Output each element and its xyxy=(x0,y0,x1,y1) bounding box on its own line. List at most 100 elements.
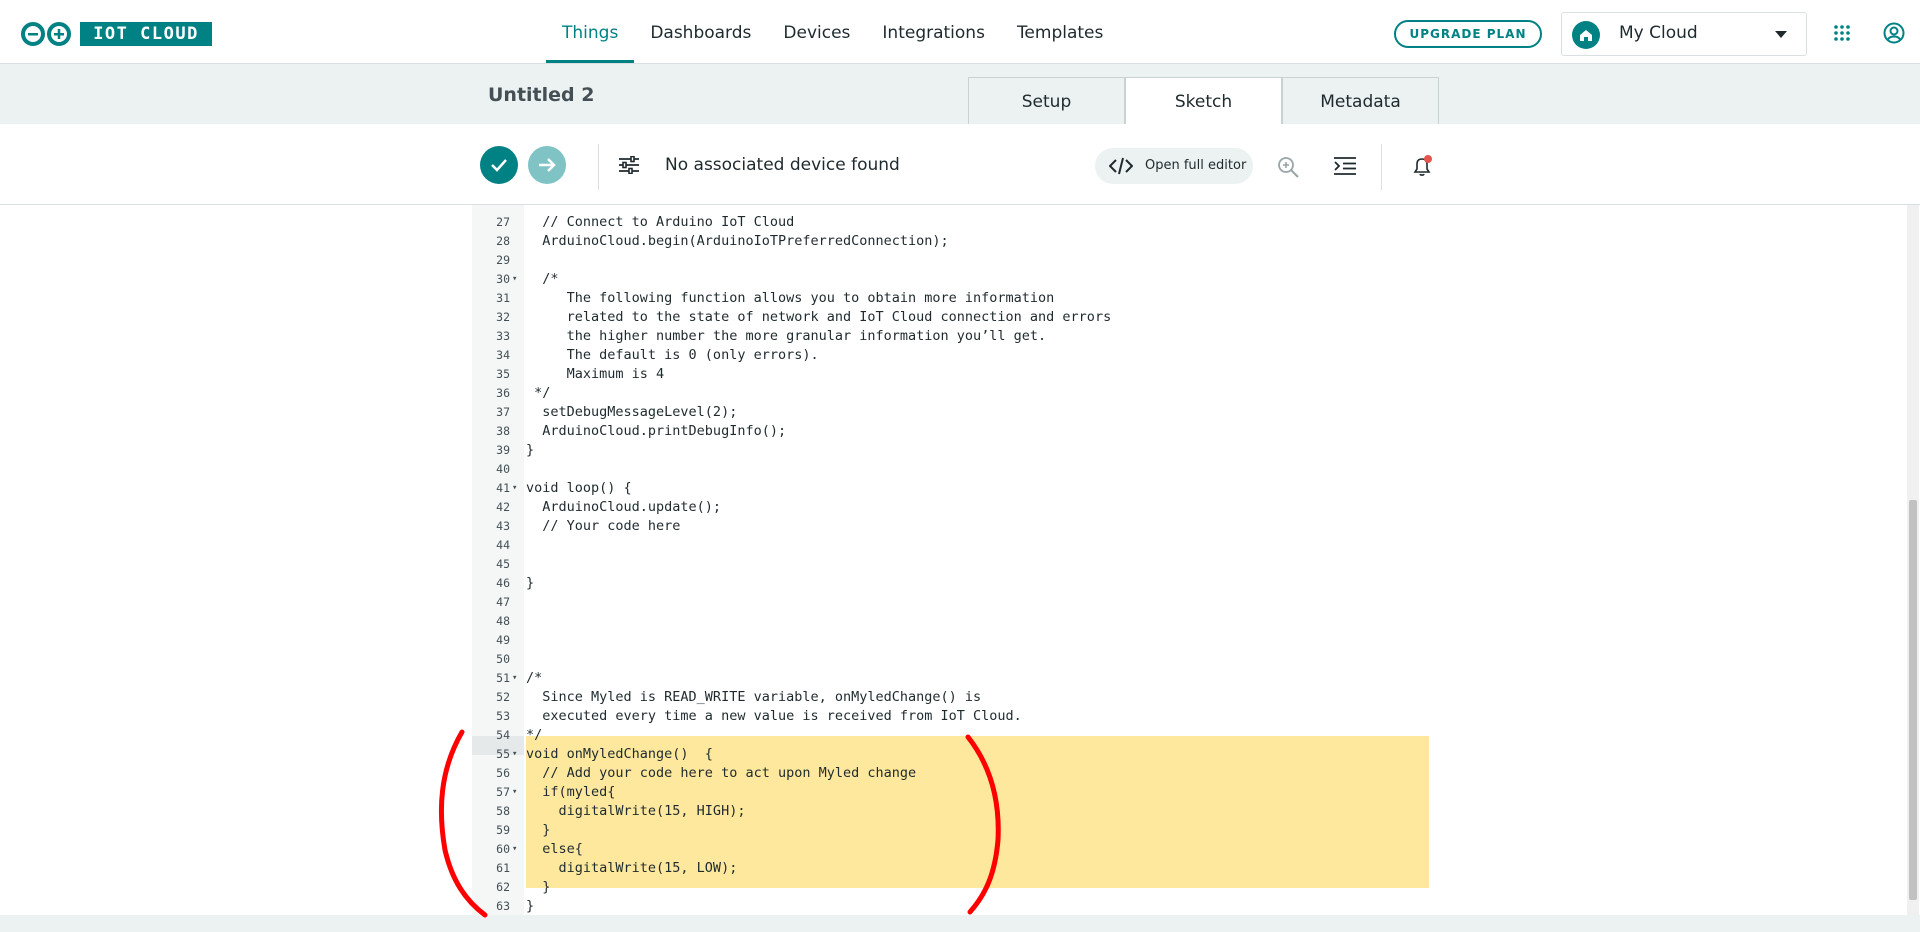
code-text: ArduinoCloud.begin(ArduinoIoTPreferredCo… xyxy=(526,233,949,249)
apps-grid-icon[interactable] xyxy=(1833,24,1851,42)
chevron-down-icon xyxy=(1775,31,1787,38)
code-text: if(myled{ xyxy=(526,784,616,800)
code-line[interactable]: 58 digitalWrite(15, HIGH); xyxy=(472,802,1432,821)
code-line[interactable]: 39} xyxy=(472,441,1432,460)
nav-item-templates[interactable]: Templates xyxy=(1001,0,1119,63)
brand-logo-text[interactable]: IOT CLOUD xyxy=(80,22,212,46)
code-line[interactable]: 54 */ xyxy=(472,726,1432,745)
toolbar-divider xyxy=(598,144,599,190)
code-line[interactable]: 61 digitalWrite(15, LOW); xyxy=(472,859,1432,878)
notification-bell-icon[interactable] xyxy=(1410,154,1434,178)
nav-item-integrations[interactable]: Integrations xyxy=(866,0,1001,63)
line-number: 52 xyxy=(496,690,510,704)
code-line[interactable]: 50 xyxy=(472,650,1432,669)
code-text: Maximum is 4 xyxy=(526,366,665,382)
code-line[interactable]: 40 xyxy=(472,460,1432,479)
code-line[interactable]: 55 ▾ void onMyledChange() { xyxy=(472,745,1432,764)
tab-setup[interactable]: Setup xyxy=(968,77,1125,124)
tab-sketch[interactable]: Sketch xyxy=(1125,77,1282,124)
user-account-icon[interactable] xyxy=(1883,22,1905,44)
line-number: 29 xyxy=(496,253,510,267)
line-number: 61 xyxy=(496,861,510,875)
code-line[interactable]: 29 xyxy=(472,251,1432,270)
line-number: 47 xyxy=(496,595,510,609)
thing-title[interactable]: Untitled 2 xyxy=(488,84,594,106)
code-line[interactable]: 48 xyxy=(472,612,1432,631)
code-line[interactable]: 43 // Your code here xyxy=(472,517,1432,536)
thing-tabs: Setup Sketch Metadata xyxy=(968,77,1439,124)
code-line[interactable]: 34 The default is 0 (only errors). xyxy=(472,346,1432,365)
code-line[interactable]: 51 ▾/* xyxy=(472,669,1432,688)
code-line[interactable]: 41 ▾ void loop() { xyxy=(472,479,1432,498)
code-editor[interactable]: 27 // Connect to Arduino IoT Cloud 28 Ard… xyxy=(472,205,1432,915)
fold-toggle-icon[interactable]: ▾ xyxy=(512,270,522,289)
code-text: // Your code here xyxy=(526,518,681,534)
code-line[interactable]: 62 } xyxy=(472,878,1432,897)
fold-toggle-icon[interactable]: ▾ xyxy=(512,783,522,802)
code-line[interactable]: 49 xyxy=(472,631,1432,650)
code-line[interactable]: 52 Since Myled is READ_WRITE variable, o… xyxy=(472,688,1432,707)
tab-metadata[interactable]: Metadata xyxy=(1282,77,1439,124)
cloud-selector[interactable]: My Cloud xyxy=(1561,12,1807,56)
code-text: ArduinoCloud.update(); xyxy=(526,499,722,515)
code-line[interactable]: 53 executed every time a new value is re… xyxy=(472,707,1432,726)
nav-item-dashboards[interactable]: Dashboards xyxy=(634,0,767,63)
arduino-logo-icon[interactable] xyxy=(20,22,72,46)
fold-toggle-icon[interactable]: ▾ xyxy=(512,669,522,688)
code-line[interactable]: 31 The following function allows you to … xyxy=(472,289,1432,308)
upgrade-plan-button[interactable]: UPGRADE PLAN xyxy=(1394,20,1542,48)
upload-button[interactable] xyxy=(528,146,566,184)
code-line[interactable]: 63} xyxy=(472,897,1432,915)
code-text: void onMyledChange() { xyxy=(526,746,713,762)
line-number: 37 xyxy=(496,405,510,419)
code-line[interactable]: 35 Maximum is 4 xyxy=(472,365,1432,384)
code-text: executed every time a new value is recei… xyxy=(526,708,1022,724)
code-line[interactable]: 59 } xyxy=(472,821,1432,840)
code-line[interactable]: 45 xyxy=(472,555,1432,574)
indent-icon[interactable] xyxy=(1334,157,1356,175)
bottom-bar xyxy=(0,915,1920,932)
line-number: 57 xyxy=(496,785,510,799)
cloud-name: My Cloud xyxy=(1619,23,1698,43)
code-line[interactable]: 27 // Connect to Arduino IoT Cloud xyxy=(472,213,1432,232)
nav-item-things[interactable]: Things xyxy=(546,0,635,63)
code-line[interactable]: 30 ▾ /* xyxy=(472,270,1432,289)
line-number: 33 xyxy=(496,329,510,343)
fold-toggle-icon[interactable]: ▾ xyxy=(512,479,522,498)
fold-toggle-icon[interactable]: ▾ xyxy=(512,840,522,859)
fold-toggle-icon[interactable]: ▾ xyxy=(512,745,522,764)
code-line[interactable]: 33 the higher number the more granular i… xyxy=(472,327,1432,346)
code-line[interactable]: 36 */ xyxy=(472,384,1432,403)
line-number: 27 xyxy=(496,215,510,229)
code-line[interactable]: 46} xyxy=(472,574,1432,593)
code-line[interactable]: 56 // Add your code here to act upon Myl… xyxy=(472,764,1432,783)
line-number: 53 xyxy=(496,709,510,723)
line-number: 39 xyxy=(496,443,510,457)
search-zoom-icon[interactable] xyxy=(1277,156,1299,178)
device-status-text: No associated device found xyxy=(665,155,900,175)
nav-item-devices[interactable]: Devices xyxy=(767,0,866,63)
line-number: 38 xyxy=(496,424,510,438)
code-text: // Connect to Arduino IoT Cloud xyxy=(526,214,795,230)
code-text: */ xyxy=(526,727,543,743)
line-number: 50 xyxy=(496,652,510,666)
open-full-editor-button[interactable]: Open full editor xyxy=(1095,148,1253,184)
code-line[interactable]: 28 ArduinoCloud.begin(ArduinoIoTPreferre… xyxy=(472,232,1432,251)
code-line[interactable]: 42 ArduinoCloud.update(); xyxy=(472,498,1432,517)
line-number: 58 xyxy=(496,804,510,818)
code-line[interactable]: 37 setDebugMessageLevel(2); xyxy=(472,403,1432,422)
code-line[interactable]: 47 xyxy=(472,593,1432,612)
code-line[interactable]: 60 ▾ else{ xyxy=(472,840,1432,859)
code-text: digitalWrite(15, HIGH); xyxy=(526,803,746,819)
home-icon xyxy=(1572,21,1600,49)
code-line[interactable]: 38 ArduinoCloud.printDebugInfo(); xyxy=(472,422,1432,441)
line-number: 28 xyxy=(496,234,510,248)
code-line[interactable]: 32 related to the state of network and I… xyxy=(472,308,1432,327)
code-line[interactable]: 57 ▾ if(myled{ xyxy=(472,783,1432,802)
sliders-icon[interactable] xyxy=(619,156,639,174)
editor-scrollbar-thumb[interactable] xyxy=(1909,500,1917,900)
verify-button[interactable] xyxy=(480,146,518,184)
code-text: } xyxy=(526,879,551,895)
code-line[interactable]: 44 xyxy=(472,536,1432,555)
